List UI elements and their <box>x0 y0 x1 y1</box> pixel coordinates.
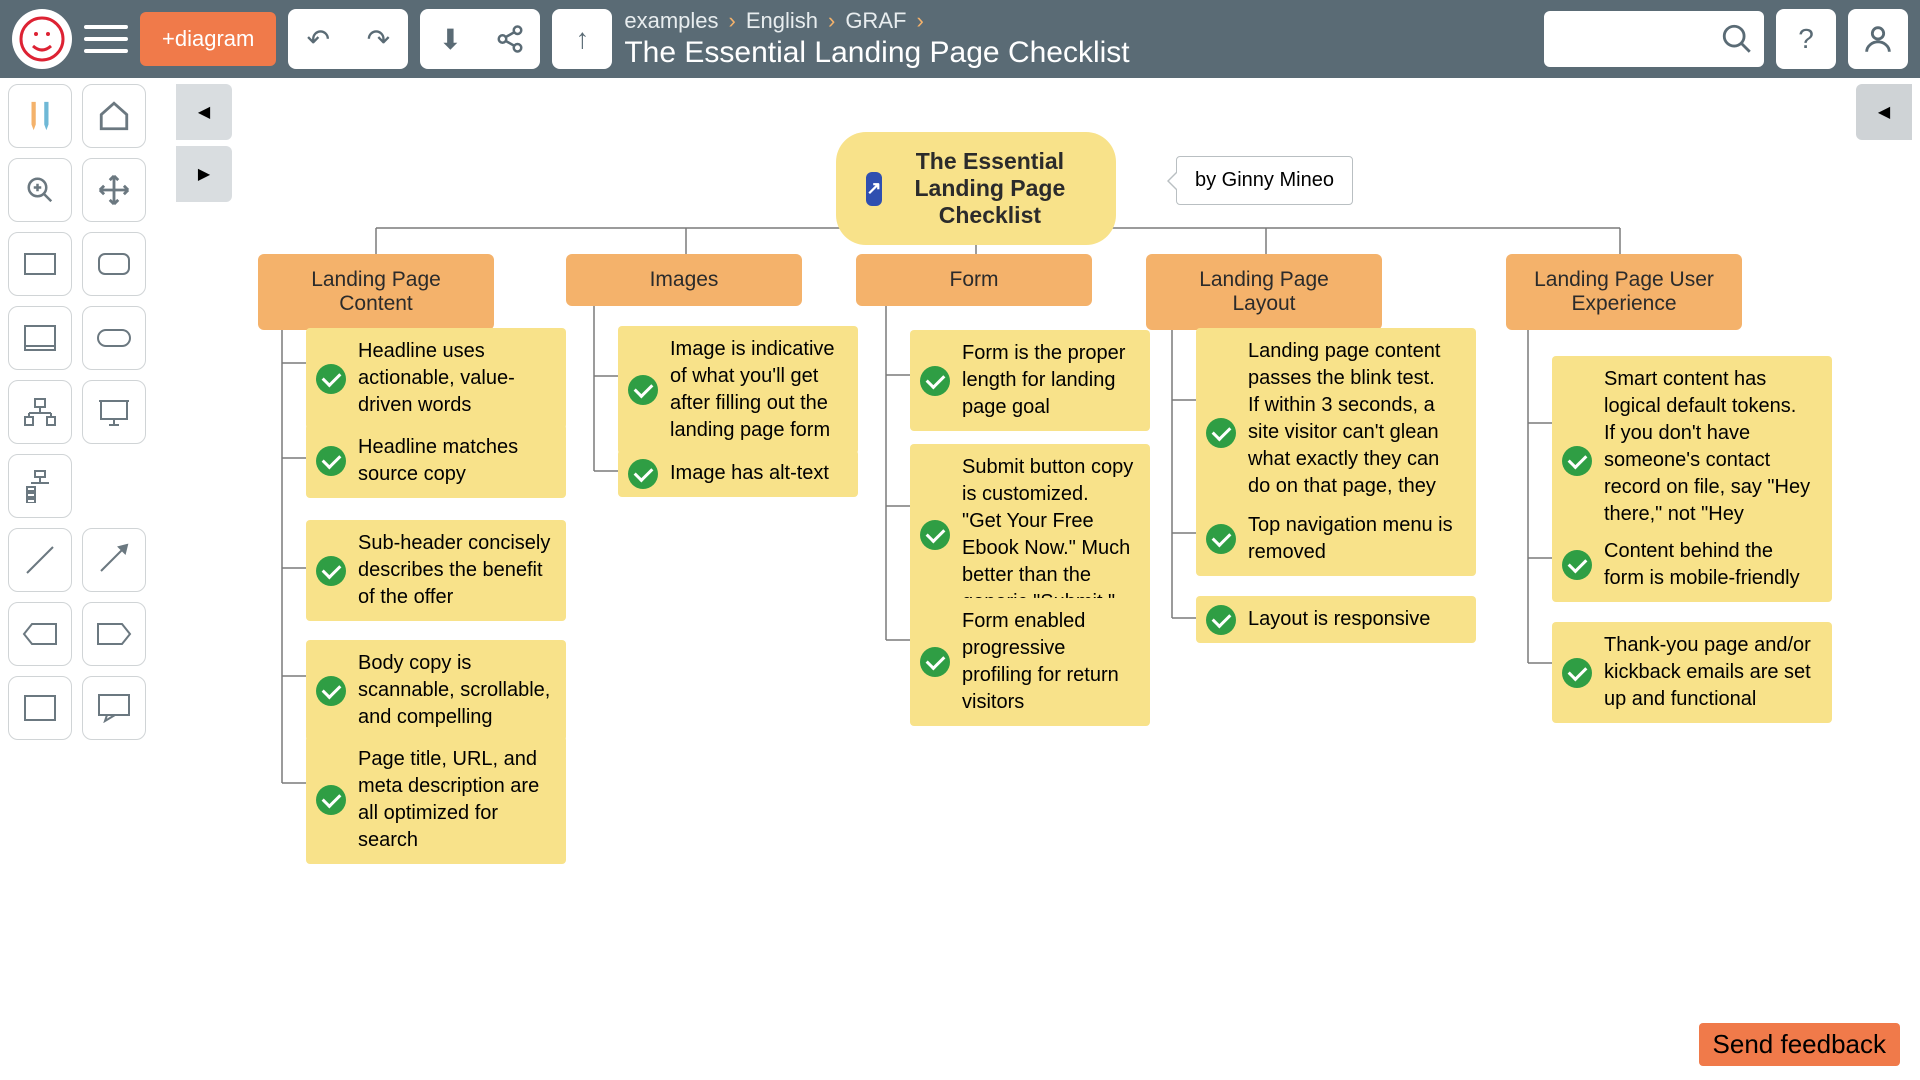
checklist-item[interactable]: Body copy is scannable, scrollable, and … <box>306 640 566 741</box>
pan-icon[interactable] <box>82 158 146 222</box>
pencils-icon[interactable] <box>8 84 72 148</box>
author-callout[interactable]: by Ginny Mineo <box>1176 156 1353 205</box>
new-diagram-button[interactable]: +diagram <box>140 12 276 66</box>
check-icon <box>920 366 950 396</box>
check-icon <box>1206 524 1236 554</box>
root-label: The Essential Landing Page Checklist <box>894 148 1086 229</box>
checklist-item[interactable]: Page title, URL, and meta description ar… <box>306 736 566 864</box>
app-logo[interactable] <box>12 9 72 69</box>
branch-header[interactable]: Landing Page Layout <box>1146 254 1382 330</box>
checklist-item[interactable]: Headline matches source copy <box>306 424 566 498</box>
shape-roundrect[interactable] <box>82 232 146 296</box>
item-text: Sub-header concisely describes the benef… <box>358 532 550 608</box>
root-node[interactable]: ↗ The Essential Landing Page Checklist <box>836 132 1116 245</box>
item-text: Top navigation menu is removed <box>1248 514 1453 563</box>
item-text: Body copy is scannable, scrollable, and … <box>358 652 550 728</box>
item-text: Form is the proper length for landing pa… <box>962 342 1125 418</box>
profile-button[interactable] <box>1848 9 1908 69</box>
shape-palette <box>8 84 158 740</box>
checklist-item[interactable]: Headline uses actionable, value-driven w… <box>306 328 566 429</box>
shape-pill[interactable] <box>82 306 146 370</box>
check-icon <box>1562 550 1592 580</box>
shape-comment[interactable] <box>82 676 146 740</box>
checklist-item[interactable]: Image has alt-text <box>618 450 858 497</box>
check-icon <box>316 446 346 476</box>
check-icon <box>316 556 346 586</box>
zoom-icon[interactable] <box>8 158 72 222</box>
check-icon <box>1562 446 1592 476</box>
help-button[interactable]: ? <box>1776 9 1836 69</box>
item-text: Page title, URL, and meta description ar… <box>358 748 539 851</box>
checklist-item[interactable]: Form is the proper length for landing pa… <box>910 330 1150 431</box>
feedback-button[interactable]: Send feedback <box>1699 1023 1900 1066</box>
check-icon <box>316 785 346 815</box>
expand-icon[interactable]: ↗ <box>866 172 882 206</box>
check-icon <box>920 520 950 550</box>
title-area: examples› English› GRAF› The Essential L… <box>624 8 1532 70</box>
top-toolbar: +diagram ↶ ↷ ⬇ ↑ examples› English› GRAF… <box>0 0 1920 78</box>
shape-tag-right[interactable] <box>82 602 146 666</box>
item-text: Headline uses actionable, value-driven w… <box>358 340 515 416</box>
branch-header[interactable]: Images <box>566 254 802 306</box>
shape-line[interactable] <box>8 528 72 592</box>
item-text: Form enabled progressive profiling for r… <box>962 610 1119 713</box>
menu-icon[interactable] <box>84 17 128 61</box>
item-text: Layout is responsive <box>1248 608 1430 630</box>
item-text: Headline matches source copy <box>358 436 518 485</box>
item-text: Landing page content passes the blink te… <box>1248 340 1440 524</box>
shape-org[interactable] <box>8 380 72 444</box>
shape-arrow-line[interactable] <box>82 528 146 592</box>
checklist-item[interactable]: Form enabled progressive profiling for r… <box>910 598 1150 726</box>
checklist-item[interactable]: Content behind the form is mobile-friend… <box>1552 528 1832 602</box>
check-icon <box>1206 418 1236 448</box>
search-input[interactable] <box>1544 11 1764 67</box>
checklist-item[interactable]: Sub-header concisely describes the benef… <box>306 520 566 621</box>
undo-button[interactable]: ↶ <box>288 9 348 69</box>
check-icon <box>1206 605 1236 635</box>
share-button[interactable] <box>480 9 540 69</box>
breadcrumb-item[interactable]: GRAF <box>845 8 906 34</box>
shape-presentation[interactable] <box>82 380 146 444</box>
download-button[interactable]: ⬇ <box>420 9 480 69</box>
breadcrumb-item[interactable]: examples <box>624 8 718 34</box>
shape-rect[interactable] <box>8 232 72 296</box>
breadcrumb-item[interactable]: English <box>746 8 818 34</box>
upload-button[interactable]: ↑ <box>552 9 612 69</box>
branch-header[interactable]: Form <box>856 254 1092 306</box>
check-icon <box>920 647 950 677</box>
shape-card[interactable] <box>8 306 72 370</box>
check-icon <box>628 459 658 489</box>
item-text: Image has alt-text <box>670 462 829 484</box>
check-icon <box>316 676 346 706</box>
item-text: Submit button copy is customized. "Get Y… <box>962 456 1133 613</box>
check-icon <box>316 364 346 394</box>
branch-header[interactable]: Landing Page Content <box>258 254 494 330</box>
item-text: Thank-you page and/or kickback emails ar… <box>1604 634 1811 710</box>
home-icon[interactable] <box>82 84 146 148</box>
checklist-item[interactable]: Image is indicative of what you'll get a… <box>618 326 858 454</box>
breadcrumb: examples› English› GRAF› <box>624 8 1532 34</box>
page-title: The Essential Landing Page Checklist <box>624 36 1532 70</box>
item-text: Image is indicative of what you'll get a… <box>670 338 835 441</box>
branch-header[interactable]: Landing Page User Experience <box>1506 254 1742 330</box>
checklist-item[interactable]: Top navigation menu is removed <box>1196 502 1476 576</box>
item-text: Smart content has logical default tokens… <box>1604 368 1810 552</box>
checklist-item[interactable]: Thank-you page and/or kickback emails ar… <box>1552 622 1832 723</box>
check-icon <box>628 375 658 405</box>
shape-note[interactable] <box>8 676 72 740</box>
diagram-canvas[interactable]: ↗ The Essential Landing Page Checklist b… <box>176 78 1920 1080</box>
shape-tag-left[interactable] <box>8 602 72 666</box>
checklist-item[interactable]: Layout is responsive <box>1196 596 1476 643</box>
redo-button[interactable]: ↷ <box>348 9 408 69</box>
shape-tree[interactable] <box>8 454 72 518</box>
item-text: Content behind the form is mobile-friend… <box>1604 540 1800 589</box>
check-icon <box>1562 658 1592 688</box>
